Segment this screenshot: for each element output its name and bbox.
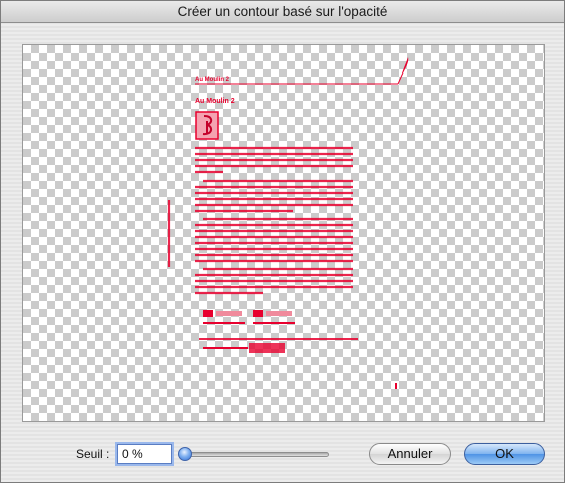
- window-title: Créer un contour basé sur l'opacité: [1, 1, 564, 23]
- threshold-slider-thumb[interactable]: [178, 447, 192, 461]
- dialog-window: Créer un contour basé sur l'opacité Au M…: [0, 0, 565, 483]
- threshold-label: Seuil :: [76, 447, 110, 461]
- page-header: Au Moulin 2: [195, 57, 409, 85]
- threshold-slider-track[interactable]: [181, 452, 329, 457]
- ok-button[interactable]: OK: [464, 443, 545, 465]
- opacity-preview: Au Moulin 2 Au Moulin 2: [22, 44, 545, 422]
- threshold-input[interactable]: [117, 444, 172, 464]
- header-left-text: Au Moulin 2: [195, 77, 230, 83]
- section-title: Au Moulin 2: [195, 98, 235, 105]
- page-preview-graphic: Au Moulin 2 Au Moulin 2: [167, 57, 409, 389]
- quill-icon: [402, 57, 409, 73]
- cancel-button[interactable]: Annuler: [369, 443, 451, 465]
- page-footer: [199, 338, 397, 389]
- ornament-icon: [195, 111, 219, 140]
- icon-rows: [203, 310, 295, 324]
- body-text-lines: [195, 146, 353, 295]
